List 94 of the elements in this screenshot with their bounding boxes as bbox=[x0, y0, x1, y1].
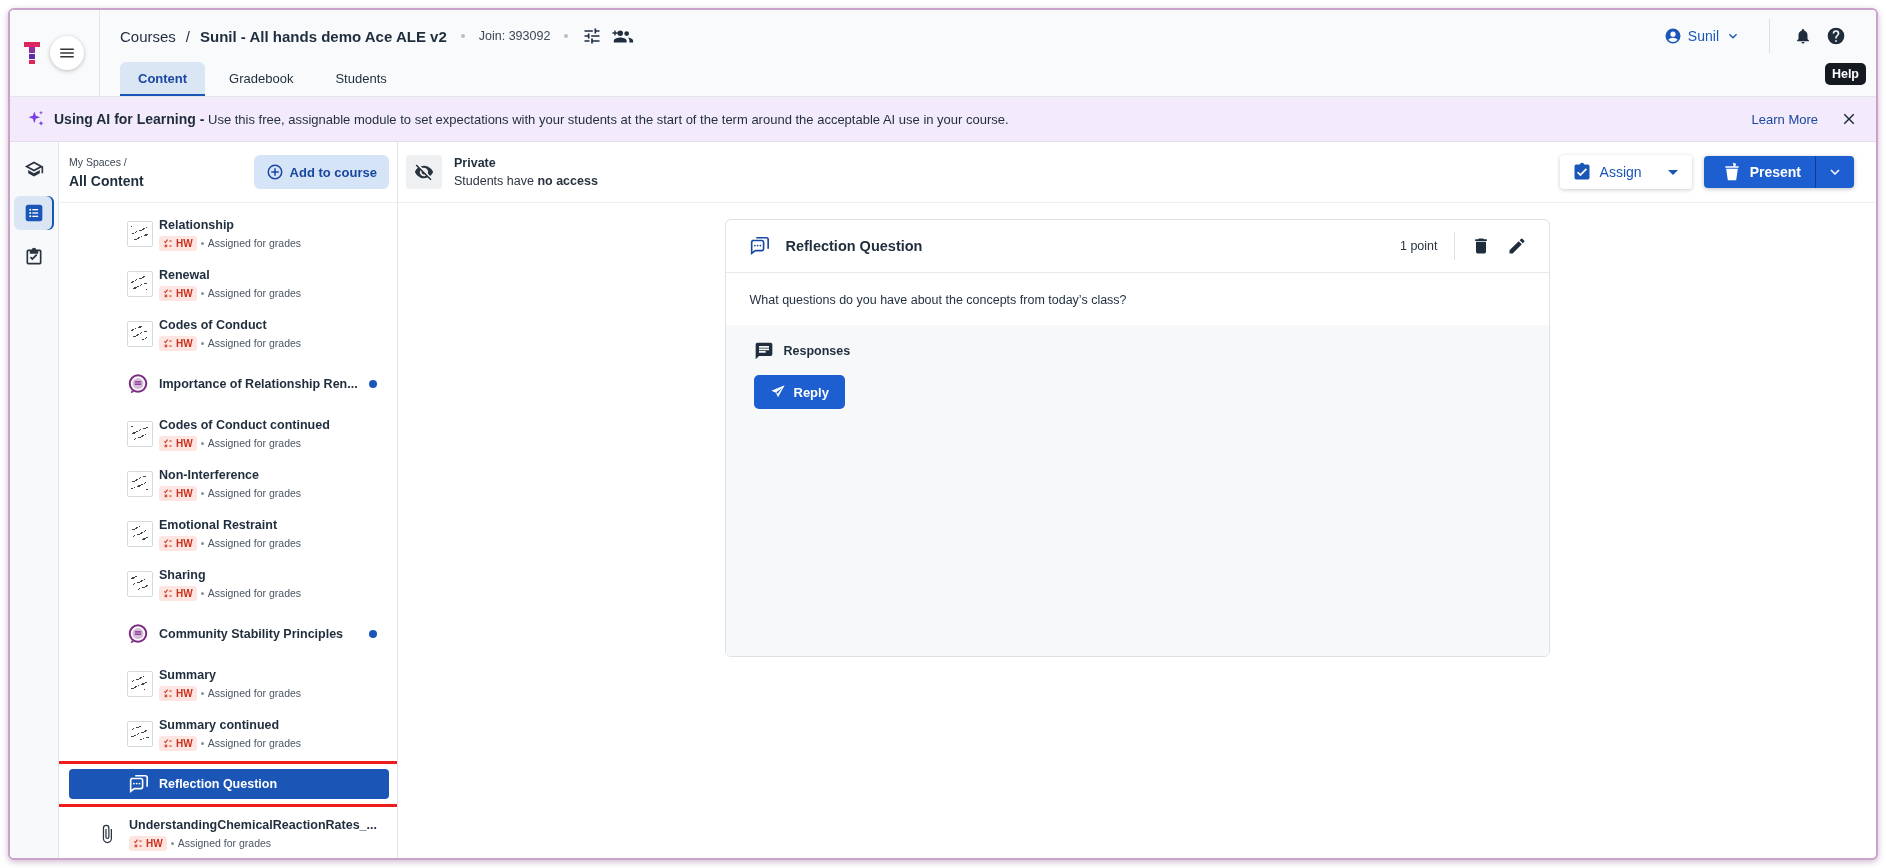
question-title: Reflection Question bbox=[785, 238, 923, 254]
content-item-title[interactable]: Codes of Conduct continued bbox=[159, 417, 330, 432]
tab[interactable]: Students bbox=[317, 62, 405, 96]
content-item-title[interactable]: UnderstandingChemicalReactionRates_... bbox=[129, 817, 377, 832]
content-item-title[interactable]: Emotional Restraint bbox=[159, 517, 302, 532]
join-code: Join: 393092 bbox=[478, 29, 551, 43]
breadcrumb-link[interactable]: My Spaces / bbox=[69, 155, 144, 168]
assignment-status: Assigned for grades bbox=[207, 537, 302, 549]
checklist-icon bbox=[163, 488, 173, 498]
content-item-title[interactable]: Reflection Question bbox=[159, 777, 278, 791]
panel-title: All Content bbox=[69, 172, 144, 189]
assignment-status: Assigned for grades bbox=[207, 687, 302, 699]
list-icon bbox=[24, 203, 44, 223]
breadcrumb-link[interactable]: Courses bbox=[120, 27, 176, 45]
page-thumbnail bbox=[127, 721, 153, 747]
help-tooltip: Help bbox=[1824, 63, 1866, 85]
help-button[interactable] bbox=[1826, 26, 1846, 46]
eye-off-icon bbox=[414, 162, 434, 182]
assignment-status: Assigned for grades bbox=[207, 737, 302, 749]
assignment-status: Assigned for grades bbox=[207, 287, 302, 299]
page-thumbnail bbox=[127, 221, 153, 247]
page-thumbnail bbox=[127, 471, 153, 497]
course-title: Sunil - All hands demo Ace ALE v2 bbox=[200, 27, 447, 45]
checklist-icon bbox=[163, 738, 173, 748]
content-item-title[interactable]: Community Stability Principles bbox=[159, 627, 344, 641]
assignment-status: Assigned for grades bbox=[207, 437, 302, 449]
help-icon bbox=[1826, 26, 1846, 46]
learn-more-link[interactable]: Learn More bbox=[1751, 111, 1832, 127]
reply-button[interactable]: Reply bbox=[753, 375, 845, 409]
notifications-button[interactable] bbox=[1794, 27, 1812, 45]
content-item-title[interactable]: Sharing bbox=[159, 567, 302, 582]
comment-icon bbox=[753, 341, 774, 361]
homework-badge: HW bbox=[159, 585, 197, 601]
content-item-title[interactable]: Relationship bbox=[159, 217, 302, 232]
page-thumbnail bbox=[127, 521, 153, 547]
page-thumbnail bbox=[127, 571, 153, 597]
homework-badge: HW bbox=[159, 235, 197, 251]
page-thumbnail bbox=[127, 321, 153, 347]
homework-badge: HW bbox=[129, 835, 167, 851]
assignment-status: Assigned for grades bbox=[177, 837, 272, 849]
question-text: What questions do you have about the concepts from today’s class? bbox=[748, 292, 1128, 309]
page-thumbnail bbox=[127, 271, 153, 297]
homework-badge: HW bbox=[159, 685, 197, 701]
page-thumbnail bbox=[127, 671, 153, 697]
checklist-icon bbox=[163, 338, 173, 348]
homework-badge: HW bbox=[159, 335, 197, 351]
checklist-icon bbox=[163, 588, 173, 598]
tab[interactable]: Gradebook bbox=[211, 62, 312, 96]
caret-icon bbox=[1667, 169, 1678, 175]
checklist-icon bbox=[163, 688, 173, 698]
checklist-icon bbox=[163, 238, 173, 248]
assignment-status: Assigned for grades bbox=[207, 337, 302, 349]
clipboard-check-icon bbox=[24, 247, 44, 267]
account-icon bbox=[1663, 27, 1682, 45]
assignment-status: Assigned for grades bbox=[207, 237, 302, 249]
content-item-title[interactable]: Non-Interference bbox=[159, 467, 302, 482]
points-label: 1 point bbox=[1399, 239, 1438, 253]
rail-button[interactable] bbox=[14, 196, 54, 230]
access-note: Students have no access bbox=[454, 174, 598, 188]
checklist-icon bbox=[163, 538, 173, 548]
graduation-cap-icon bbox=[24, 159, 44, 179]
menu-button[interactable] bbox=[50, 36, 84, 70]
checklist-icon bbox=[133, 838, 143, 848]
content-item-title[interactable]: Summary bbox=[159, 667, 302, 682]
content-item-title[interactable]: Codes of Conduct bbox=[159, 317, 302, 332]
selected-item-highlight[interactable] bbox=[69, 769, 389, 799]
breadcrumb-separator: / bbox=[185, 27, 191, 45]
logo[interactable] bbox=[24, 42, 40, 64]
sliders-icon bbox=[582, 26, 603, 46]
discussion-icon bbox=[127, 373, 149, 395]
assign-button[interactable]: Assign bbox=[1559, 155, 1692, 189]
homework-badge: HW bbox=[159, 435, 197, 451]
page-thumbnail bbox=[127, 421, 153, 447]
checklist-icon bbox=[163, 438, 173, 448]
add-to-course-button[interactable]: Add to course bbox=[253, 155, 389, 189]
assignment-status: Assigned for grades bbox=[207, 587, 302, 599]
checklist-icon bbox=[163, 288, 173, 298]
banner-message: Using AI for Learning - Use this free, assignable module to set expectations with your students at the start of the term around the acceptable AI use in your course. bbox=[54, 111, 1009, 127]
responses-label: Responses bbox=[783, 344, 851, 358]
user-menu[interactable]: Sunil bbox=[1659, 23, 1745, 49]
homework-badge: HW bbox=[159, 285, 197, 301]
content-item-title[interactable]: Renewal bbox=[159, 267, 302, 282]
bell-icon bbox=[1794, 27, 1812, 45]
homework-badge: HW bbox=[159, 535, 197, 551]
tab[interactable]: Content bbox=[120, 62, 206, 96]
homework-badge: HW bbox=[159, 485, 197, 501]
discussion-icon bbox=[127, 623, 149, 645]
content-item-title[interactable]: Summary continued bbox=[159, 717, 302, 732]
assignment-status: Assigned for grades bbox=[207, 487, 302, 499]
settings-sliders-button[interactable] bbox=[582, 26, 603, 46]
content-item-title[interactable]: Importance of Relationship Ren... bbox=[159, 377, 358, 391]
homework-badge: HW bbox=[159, 735, 197, 751]
visibility-label: Private bbox=[454, 156, 497, 170]
chat-bubbles-icon bbox=[127, 773, 149, 795]
